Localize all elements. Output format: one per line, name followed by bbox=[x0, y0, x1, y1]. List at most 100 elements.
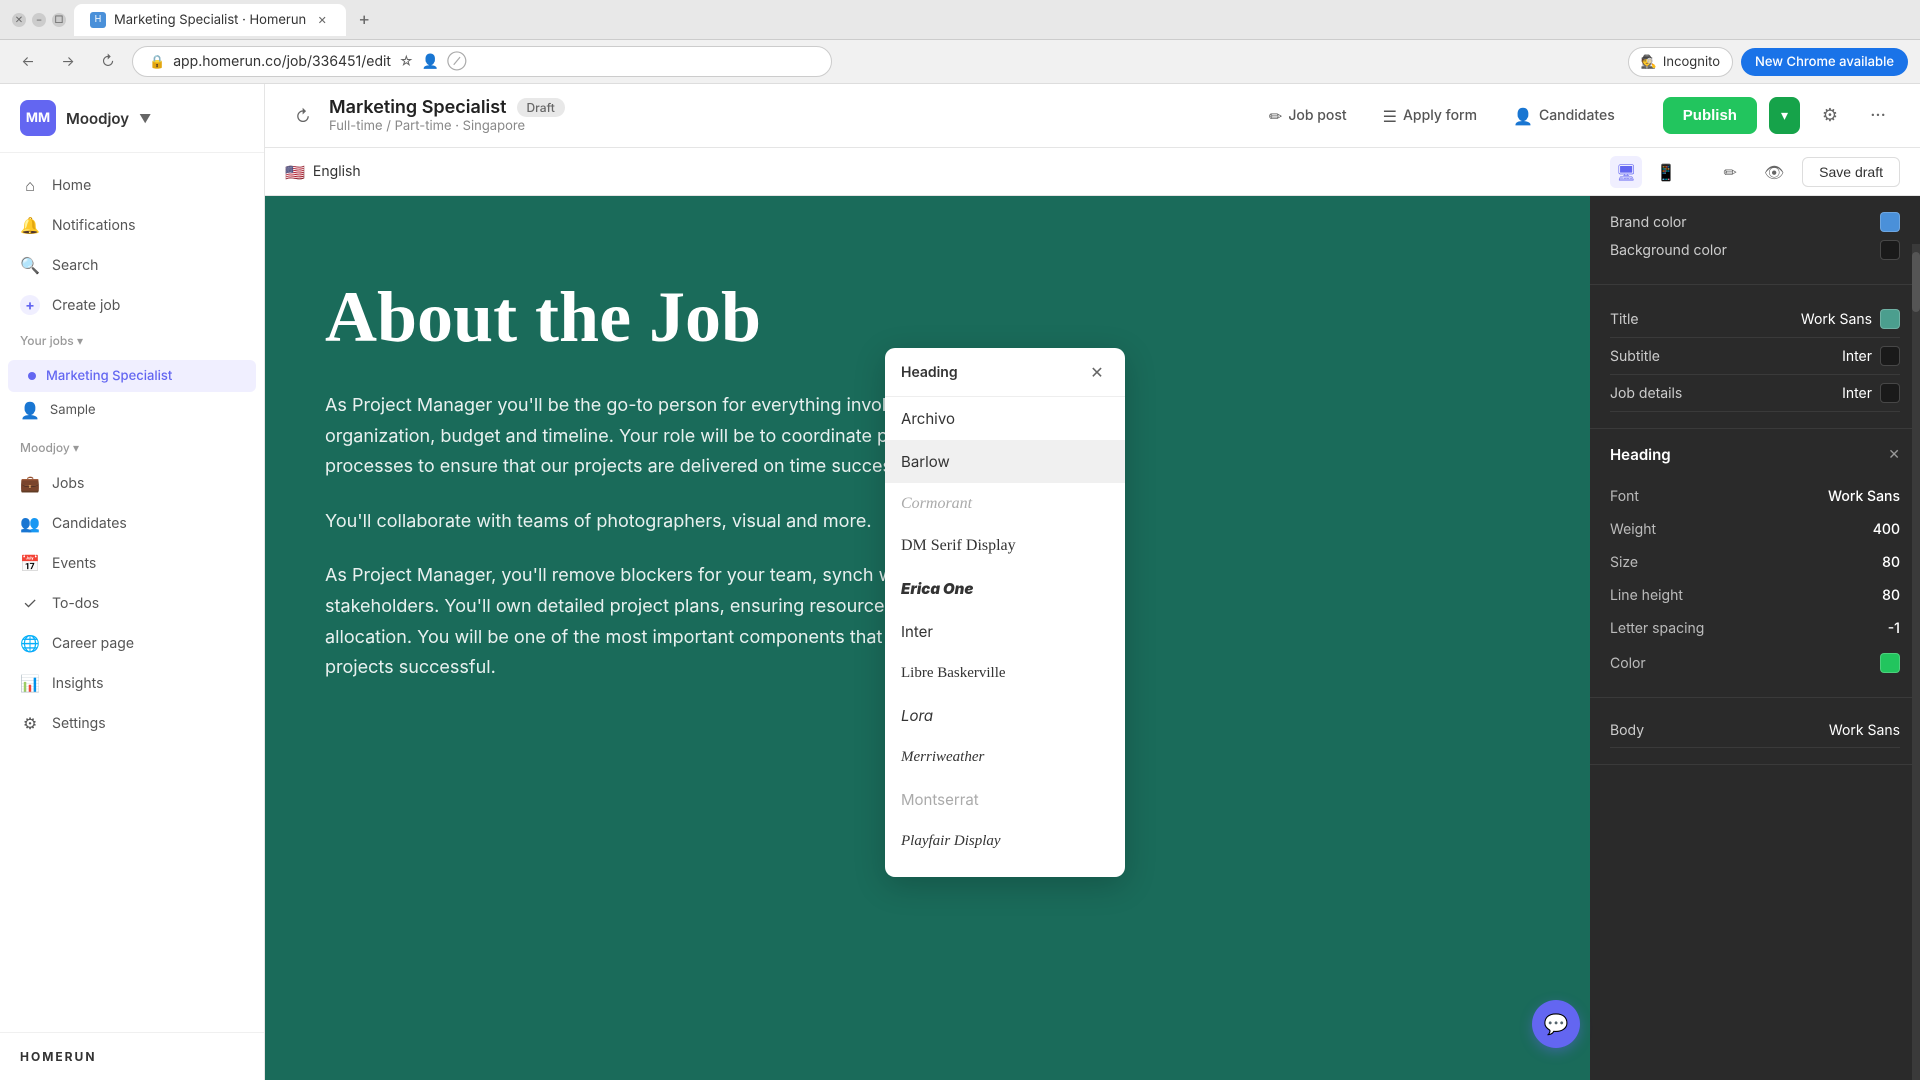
job-details-style-value: Inter bbox=[1842, 383, 1900, 403]
bookmark-icon[interactable]: ☆ bbox=[399, 53, 414, 70]
brand-color-swatch[interactable] bbox=[1880, 212, 1900, 232]
jobs-item-marketing-specialist[interactable]: Marketing Specialist bbox=[8, 360, 256, 392]
reload-button[interactable]: ↻ bbox=[92, 46, 124, 78]
tab-close-button[interactable]: ✕ bbox=[314, 12, 330, 28]
sidebar-item-events[interactable]: 📅 Events bbox=[0, 543, 264, 583]
font-item-libre-baskerville[interactable]: Libre Baskerville bbox=[885, 653, 1125, 694]
mobile-view-button[interactable]: 📱 bbox=[1650, 156, 1682, 188]
sidebar-item-jobs[interactable]: 💼 Jobs bbox=[0, 463, 264, 503]
refresh-button[interactable]: ↻ bbox=[289, 102, 317, 130]
panel-scrollbar[interactable] bbox=[1912, 244, 1920, 1080]
right-panel: Brand color Background color Title Work … bbox=[1590, 196, 1920, 1080]
new-tab-button[interactable]: + bbox=[350, 6, 378, 34]
tab-candidates[interactable]: 👤 Candidates bbox=[1497, 98, 1631, 134]
sample-job-icon: 👤 bbox=[20, 400, 40, 420]
weight-prop-row: Weight 400 bbox=[1610, 513, 1900, 546]
title-color-swatch[interactable] bbox=[1880, 309, 1900, 329]
font-item-cormorant[interactable]: Cormorant bbox=[885, 483, 1125, 525]
profile-icon[interactable]: 👤 bbox=[422, 53, 439, 70]
sidebar-item-settings-label: Settings bbox=[52, 715, 106, 732]
publish-button[interactable]: Publish bbox=[1663, 97, 1757, 134]
job-title: Marketing Specialist Draft bbox=[329, 97, 565, 118]
sidebar-header[interactable]: MM Moodjoy ▼ bbox=[0, 84, 264, 153]
sidebar-item-notifications[interactable]: 🔔 Notifications bbox=[0, 205, 264, 245]
weight-prop-value[interactable]: 400 bbox=[1873, 521, 1900, 538]
save-draft-button[interactable]: Save draft bbox=[1802, 157, 1900, 187]
font-item-merriweather[interactable]: Merriweather bbox=[885, 737, 1125, 778]
sidebar-item-create-job[interactable]: + Create job bbox=[0, 285, 264, 325]
job-details-color-swatch[interactable] bbox=[1880, 383, 1900, 403]
forward-button[interactable]: → bbox=[52, 46, 84, 78]
desktop-view-button[interactable]: 🖥 bbox=[1610, 156, 1642, 188]
settings-icon: ⚙ bbox=[20, 713, 40, 733]
size-prop-value[interactable]: 80 bbox=[1882, 554, 1900, 571]
body-section: Body Work Sans bbox=[1590, 698, 1920, 765]
to-dos-icon: ✓ bbox=[20, 593, 40, 613]
language-selector[interactable]: 🇺🇸 English bbox=[285, 162, 361, 182]
window-maximize[interactable]: □ bbox=[52, 13, 66, 27]
panel-scrollbar-thumb bbox=[1912, 252, 1920, 312]
sidebar-footer: HOMERUN bbox=[0, 1032, 264, 1080]
sidebar-item-candidates[interactable]: 👥 Candidates bbox=[0, 503, 264, 543]
background-color-swatch[interactable] bbox=[1880, 240, 1900, 260]
heading-color-swatch[interactable] bbox=[1880, 653, 1900, 673]
title-style-label: Title bbox=[1610, 311, 1639, 328]
language-flag: 🇺🇸 bbox=[285, 162, 305, 182]
font-item-erica-one[interactable]: Erica One bbox=[885, 567, 1125, 610]
moodjoy-section[interactable]: Moodjoy ▾ bbox=[0, 432, 264, 463]
jobs-item-label: Marketing Specialist bbox=[46, 368, 172, 384]
tab-job-post[interactable]: ✏ Job post bbox=[1253, 98, 1363, 134]
tab-apply-form[interactable]: ☰ Apply form bbox=[1367, 98, 1493, 134]
publish-dropdown-button[interactable]: ▾ bbox=[1769, 97, 1800, 134]
sidebar-item-search[interactable]: 🔍 Search bbox=[0, 245, 264, 285]
sidebar-item-search-label: Search bbox=[52, 257, 98, 274]
sidebar-item-candidates-label: Candidates bbox=[52, 515, 127, 532]
sidebar-item-settings[interactable]: ⚙ Settings bbox=[0, 703, 264, 743]
sidebar-item-jobs-label: Jobs bbox=[52, 475, 84, 492]
sidebar-item-to-dos[interactable]: ✓ To-dos bbox=[0, 583, 264, 623]
font-item-archivo[interactable]: Archivo bbox=[885, 397, 1125, 440]
extension-icon[interactable]: ⊘ bbox=[447, 53, 466, 70]
window-minimize[interactable]: − bbox=[32, 13, 46, 27]
brand-color-label: Brand color bbox=[1610, 214, 1687, 231]
heading-close-button[interactable]: ✕ bbox=[1888, 446, 1900, 463]
settings-button[interactable]: ⚙ bbox=[1812, 98, 1848, 134]
heading-properties-header: Heading ✕ bbox=[1610, 445, 1900, 464]
sidebar-item-notifications-label: Notifications bbox=[52, 217, 136, 234]
sidebar-item-career-page[interactable]: 🌐 Career page bbox=[0, 623, 264, 663]
chat-button[interactable]: 💬 bbox=[1532, 1000, 1580, 1048]
font-item-barlow[interactable]: Barlow bbox=[885, 440, 1125, 483]
your-jobs-section[interactable]: Your jobs ▾ bbox=[0, 325, 264, 356]
size-prop-label: Size bbox=[1610, 554, 1638, 571]
font-item-montserrat[interactable]: Montserrat bbox=[885, 778, 1125, 821]
draft-badge: Draft bbox=[517, 98, 565, 117]
preview-button[interactable]: 👁 bbox=[1758, 156, 1790, 188]
apply-form-icon: ☰ bbox=[1383, 106, 1397, 126]
font-item-playfair[interactable]: Playfair Display bbox=[885, 821, 1125, 862]
active-tab[interactable]: H Marketing Specialist · Homerun ✕ bbox=[74, 4, 346, 36]
font-item-dm-serif[interactable]: DM Serif Display bbox=[885, 525, 1125, 567]
back-button[interactable]: ← bbox=[12, 46, 44, 78]
sidebar-item-home[interactable]: ⌂ Home bbox=[0, 165, 264, 205]
address-bar[interactable]: 🔒 app.homerun.co/job/336451/edit ☆ 👤 ⊘ bbox=[132, 46, 832, 77]
font-item-lora[interactable]: Lora bbox=[885, 694, 1125, 737]
subtitle-style-row: Subtitle Inter bbox=[1610, 338, 1900, 375]
subtitle-color-swatch[interactable] bbox=[1880, 346, 1900, 366]
font-item-inter[interactable]: Inter bbox=[885, 610, 1125, 653]
edit-mode-button[interactable]: ✏ bbox=[1714, 156, 1746, 188]
new-chrome-button[interactable]: New Chrome available bbox=[1741, 48, 1908, 76]
more-options-button[interactable]: ··· bbox=[1860, 98, 1896, 134]
line-height-prop-value[interactable]: 80 bbox=[1882, 587, 1900, 604]
font-dropdown-close-button[interactable]: ✕ bbox=[1085, 360, 1109, 384]
font-item-poppins[interactable]: Poppins bbox=[885, 862, 1125, 877]
window-close[interactable]: ✕ bbox=[12, 13, 26, 27]
font-prop-value[interactable]: Work Sans bbox=[1828, 488, 1900, 505]
editor-area: 🇺🇸 English 🖥 📱 ✏ 👁 Save draft About the … bbox=[265, 148, 1920, 1080]
browser-chrome: ✕ − □ H Marketing Specialist · Homerun ✕… bbox=[0, 0, 1920, 84]
address-bar-icons: ☆ 👤 ⊘ bbox=[399, 53, 467, 70]
subtitle-style-label: Subtitle bbox=[1610, 348, 1660, 365]
jobs-item-sample[interactable]: 👤 Sample bbox=[0, 392, 264, 428]
incognito-button[interactable]: 🕵 Incognito bbox=[1628, 47, 1733, 77]
sidebar-item-insights[interactable]: 📊 Insights bbox=[0, 663, 264, 703]
letter-spacing-prop-value[interactable]: -1 bbox=[1888, 620, 1900, 637]
